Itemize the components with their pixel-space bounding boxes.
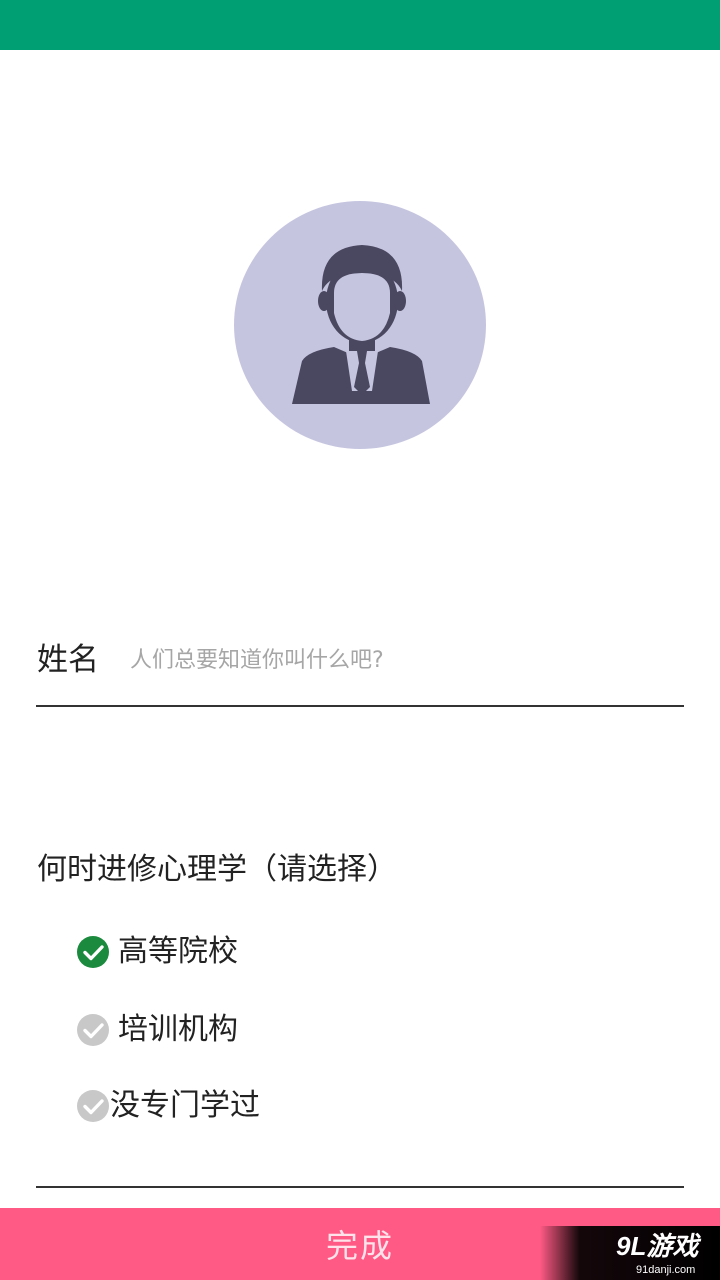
name-underline — [36, 705, 684, 707]
option-university[interactable]: 高等院校 — [76, 932, 238, 972]
check-circle-icon — [77, 1014, 109, 1046]
option-label: 培训机构 — [118, 1012, 238, 1047]
name-label: 姓名 — [37, 642, 99, 678]
check-circle-icon — [77, 936, 109, 968]
status-bar — [0, 0, 720, 50]
watermark-site: 91danji.com — [636, 1264, 695, 1276]
avatar[interactable] — [234, 201, 486, 449]
check-circle-icon — [77, 1090, 109, 1122]
name-input[interactable] — [128, 640, 672, 680]
option-never-studied[interactable]: 没专门学过 — [76, 1086, 260, 1126]
study-question: 何时进修心理学（请选择） — [37, 852, 397, 887]
option-label: 没专门学过 — [110, 1088, 260, 1123]
option-training-institution[interactable]: 培训机构 — [76, 1010, 238, 1050]
watermark-brand: 9L游戏 — [616, 1231, 701, 1261]
done-label: 完成 — [325, 1227, 394, 1265]
watermark-logo: 9L游戏 91danji.com — [540, 1226, 720, 1280]
options-underline — [36, 1186, 684, 1188]
person-in-suit-icon — [292, 245, 430, 404]
option-label: 高等院校 — [118, 934, 238, 969]
